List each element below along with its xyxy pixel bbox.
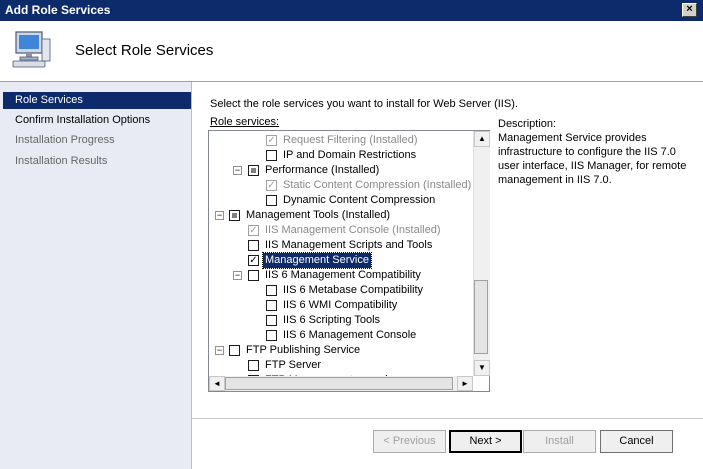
tree-item-label: Performance (Installed): [265, 164, 380, 176]
tree-item[interactable]: − Management Tools (Installed): [209, 208, 471, 223]
tree-checkbox[interactable]: [229, 345, 240, 356]
tree-checkbox: ✓: [266, 180, 277, 191]
tree-item[interactable]: ✓ Static Content Compression (Installed): [209, 178, 471, 193]
tree-checkbox[interactable]: [248, 165, 259, 176]
tree-item[interactable]: ✓ Management Service: [209, 252, 471, 269]
tree-item-label: IIS Management Console (Installed): [265, 224, 441, 236]
tree-item-label: FTP Publishing Service: [246, 344, 361, 356]
tree-checkbox[interactable]: [266, 330, 277, 341]
tree-checkbox[interactable]: [229, 210, 240, 221]
tree-item[interactable]: IIS Management Scripts and Tools: [209, 238, 471, 253]
tree-item-label: IIS 6 WMI Compatibility: [283, 299, 398, 311]
tree-item-label: IIS 6 Management Compatibility: [265, 269, 421, 281]
role-services-tree[interactable]: ✓ Request Filtering (Installed) IP and Dom…: [208, 130, 490, 392]
role-services-label: Role services:: [210, 116, 280, 128]
tree-collapse-icon[interactable]: −: [215, 346, 224, 355]
tree-item-label: Static Content Compression (Installed): [283, 179, 472, 191]
tree-item[interactable]: IP and Domain Restrictions: [209, 148, 471, 163]
description-heading: Description:: [498, 118, 557, 130]
tree-collapse-icon[interactable]: −: [215, 211, 224, 220]
tree-checkbox[interactable]: [266, 285, 277, 296]
tree-item[interactable]: Dynamic Content Compression: [209, 193, 471, 208]
page-title: Select Role Services: [75, 42, 214, 59]
tree-item-label: FTP Server: [265, 359, 322, 371]
vertical-scroll-thumb[interactable]: [474, 280, 488, 354]
button-bar-divider: [192, 418, 703, 419]
tree-checkbox[interactable]: [266, 195, 277, 206]
scroll-right-button[interactable]: ►: [457, 376, 473, 391]
tree-item[interactable]: FTP Server: [209, 358, 471, 373]
window-title: Add Role Services: [5, 3, 111, 17]
tree-item-label: Dynamic Content Compression: [283, 194, 436, 206]
nav-item-installation-results: Installation Results: [15, 155, 108, 167]
description-text: Management Service provides infrastructu…: [498, 132, 687, 186]
tree-item[interactable]: ✓ IIS Management Console (Installed): [209, 223, 471, 238]
tree-checkbox: ✓: [266, 135, 277, 146]
scroll-down-button[interactable]: ▼: [474, 360, 490, 376]
tree-checkbox[interactable]: [248, 360, 259, 371]
tree-checkbox[interactable]: [266, 300, 277, 311]
tree-checkbox[interactable]: ✓: [248, 255, 259, 266]
tree-item-label: Request Filtering (Installed): [283, 134, 418, 146]
scroll-left-button[interactable]: ◄: [209, 376, 225, 391]
description-panel: Description: Management Service provides…: [498, 117, 693, 187]
tree-item-label: IIS 6 Scripting Tools: [283, 314, 381, 326]
install-button[interactable]: Install: [523, 430, 596, 453]
wizard-header: Select Role Services: [0, 21, 703, 82]
nav-item-installation-progress: Installation Progress: [15, 134, 115, 146]
tree-item-label: Management Tools (Installed): [246, 209, 391, 221]
tree-item[interactable]: ✓ Request Filtering (Installed): [209, 133, 471, 148]
tree-checkbox[interactable]: [266, 150, 277, 161]
tree-checkbox[interactable]: [248, 270, 259, 281]
computer-wizard-icon: [12, 29, 52, 69]
tree-item[interactable]: − IIS 6 Management Compatibility: [209, 268, 471, 283]
horizontal-scroll-thumb[interactable]: [225, 377, 453, 390]
cancel-button[interactable]: Cancel: [600, 430, 673, 453]
instruction-text: Select the role services you want to ins…: [210, 98, 518, 110]
tree-collapse-icon[interactable]: −: [233, 166, 242, 175]
tree-item-label: IIS Management Scripts and Tools: [265, 239, 433, 251]
tree-checkbox[interactable]: [248, 240, 259, 251]
tree-item[interactable]: IIS 6 Scripting Tools: [209, 313, 471, 328]
next-button[interactable]: Next >: [449, 430, 522, 453]
tree-checkbox: ✓: [248, 225, 259, 236]
scroll-up-button[interactable]: ▲: [474, 131, 490, 147]
tree-collapse-icon[interactable]: −: [233, 271, 242, 280]
tree-item[interactable]: − Performance (Installed): [209, 163, 471, 178]
nav-item-confirm-installation-options[interactable]: Confirm Installation Options: [3, 112, 191, 129]
close-button[interactable]: ×: [682, 3, 697, 17]
previous-button[interactable]: < Previous: [373, 430, 446, 453]
tree-checkbox[interactable]: [266, 315, 277, 326]
tree-item-label: IIS 6 Management Console: [283, 329, 417, 341]
tree-item-label: Management Service: [262, 252, 372, 269]
tree-item[interactable]: IIS 6 WMI Compatibility: [209, 298, 471, 313]
tree-item-label: IP and Domain Restrictions: [283, 149, 417, 161]
tree-item[interactable]: − FTP Publishing Service: [209, 343, 471, 358]
tree-item-label: IIS 6 Metabase Compatibility: [283, 284, 424, 296]
nav-item-role-services[interactable]: Role Services: [3, 92, 191, 109]
tree-item[interactable]: IIS 6 Management Console: [209, 328, 471, 343]
tree-item[interactable]: IIS 6 Metabase Compatibility: [209, 283, 471, 298]
